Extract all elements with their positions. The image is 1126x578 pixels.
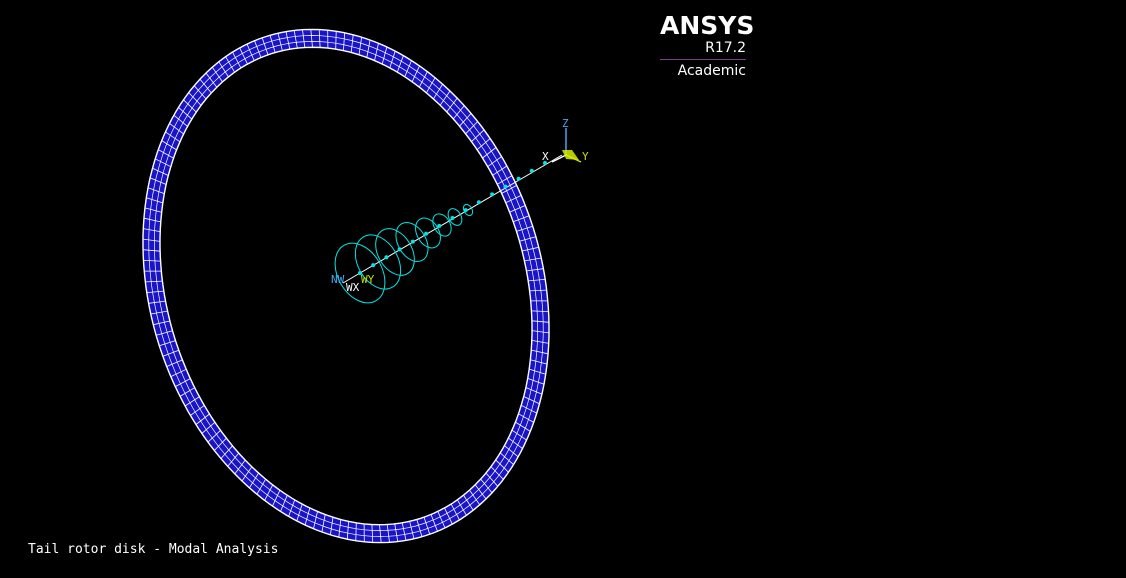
model-canvas[interactable]: Z Y X NW WX WY bbox=[0, 0, 1126, 578]
triad-arrowhead bbox=[562, 150, 579, 160]
triad-z-label: Z bbox=[562, 117, 569, 130]
workplane-marker: NW WX WY bbox=[331, 273, 375, 294]
logo-product-name: ANSYS bbox=[660, 11, 755, 40]
mesh-radial-line bbox=[355, 522, 357, 541]
shaft-node bbox=[397, 247, 402, 252]
shaft-node bbox=[503, 184, 508, 189]
shaft-node bbox=[424, 231, 429, 236]
shaft-node bbox=[516, 176, 521, 181]
shaft-node bbox=[463, 208, 468, 213]
mesh-radial-line bbox=[335, 31, 337, 50]
plot-title: Tail rotor disk - Modal Analysis bbox=[28, 542, 279, 557]
shaft-node bbox=[371, 263, 376, 268]
workplane-origin-label: NW bbox=[331, 273, 345, 286]
shaft-node bbox=[384, 255, 389, 260]
shaft-node bbox=[529, 168, 534, 173]
graphics-viewport[interactable]: Z Y X NW WX WY ANSYS R17.2 Academic Tail… bbox=[0, 0, 1126, 578]
triad-x-label: X bbox=[542, 150, 549, 163]
logo-release: R17.2 bbox=[705, 40, 746, 56]
shaft-node bbox=[490, 192, 495, 197]
shaft-node bbox=[450, 216, 455, 220]
logo-edition: Academic bbox=[677, 63, 746, 79]
global-triad: Z Y X bbox=[542, 117, 589, 163]
workplane-wy-label: WY bbox=[361, 273, 375, 286]
shaft-node bbox=[437, 223, 442, 228]
logo-divider bbox=[660, 59, 746, 60]
workplane-wx-label: WX bbox=[346, 281, 360, 294]
shaft-node bbox=[410, 239, 415, 244]
triad-x-axis bbox=[551, 154, 567, 163]
ansys-logo: ANSYS R17.2 Academic bbox=[660, 11, 755, 79]
shaft-node bbox=[476, 200, 481, 205]
triad-y-label: Y bbox=[582, 150, 589, 163]
